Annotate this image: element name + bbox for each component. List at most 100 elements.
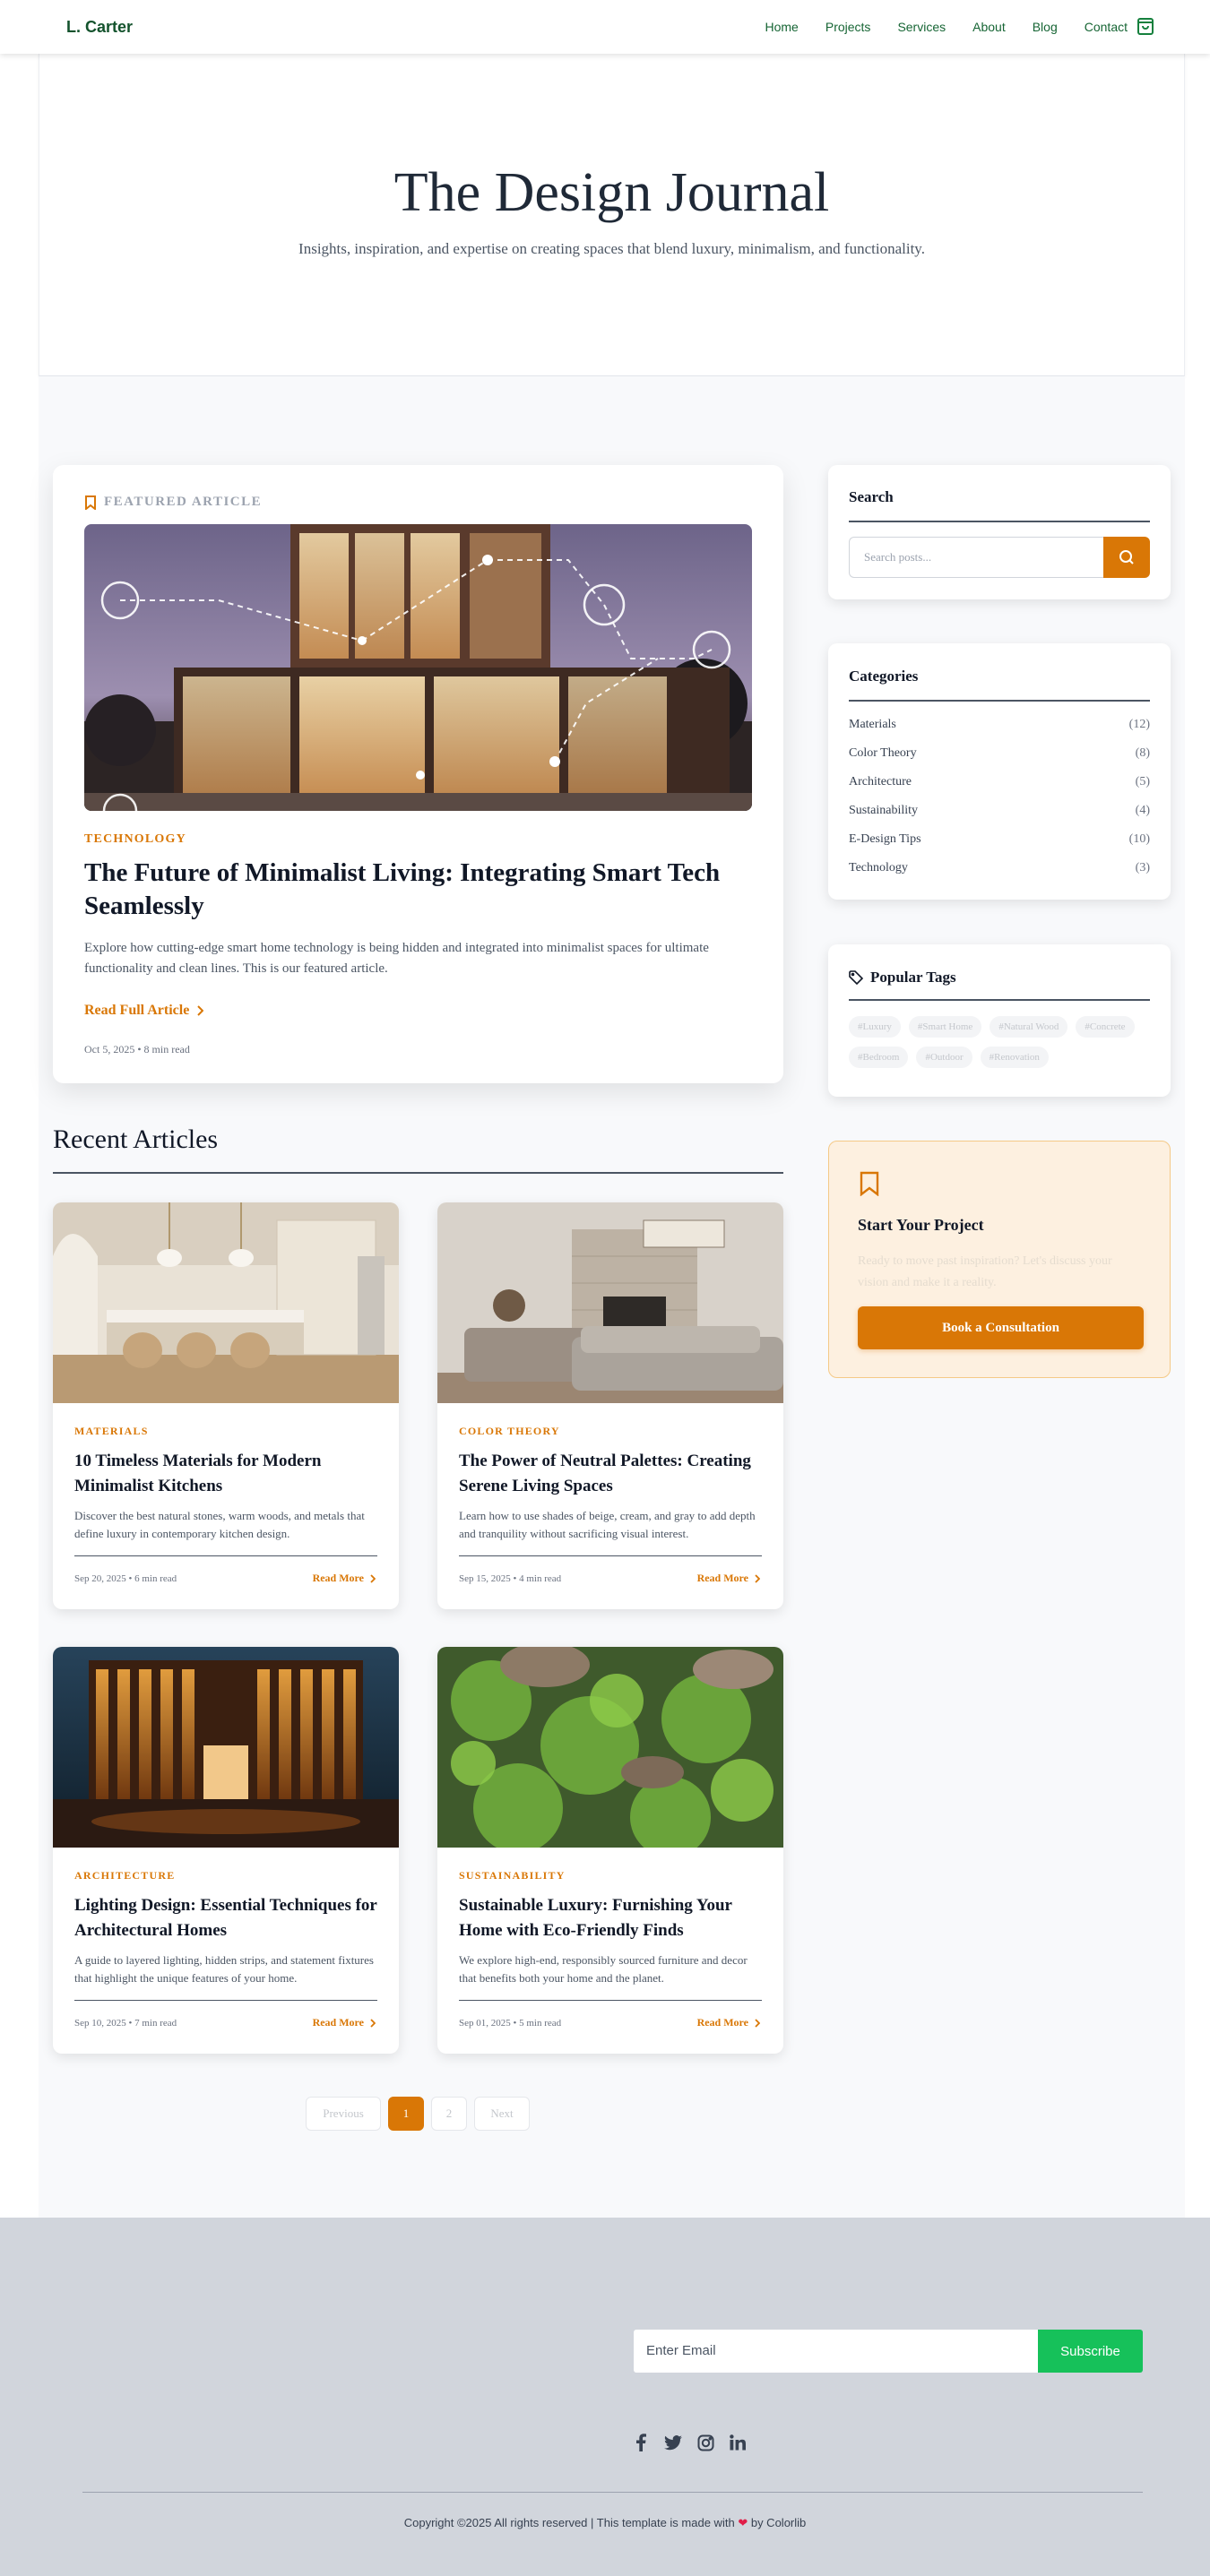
category-item[interactable]: E-Design Tips (10) [849,832,1150,861]
chevron-right-icon [755,2018,760,2028]
divider [74,2000,377,2001]
category-count: (12) [1128,718,1150,731]
search-input[interactable]: Search posts... [849,537,1103,578]
page-subtitle: Insights, inspiration, and expertise on … [298,240,925,257]
article-title[interactable]: 10 Timeless Materials for Modern Minimal… [74,1449,379,1499]
category-name: Materials [849,718,896,731]
page-title: The Design Journal [393,162,830,223]
divider [53,1172,783,1174]
featured-category[interactable]: TECHNOLOGY [84,832,186,847]
article-excerpt: Discover the best natural stones, warm w… [74,1509,365,1540]
pagination-page-1[interactable]: 1 [388,2097,424,2131]
article-title[interactable]: Sustainable Luxury: Furnishing Your Home… [459,1893,764,1943]
article-excerpt: Learn how to use shades of beige, cream,… [459,1509,756,1540]
article-category[interactable]: COLOR THEORY [459,1425,560,1438]
shopping-bag-icon[interactable] [1135,15,1156,37]
read-more-link[interactable]: Read More [313,2016,376,2029]
divider [849,521,1150,522]
hero-section: The Design Journal Insights, inspiration… [39,54,1185,376]
article-card[interactable]: COLOR THEORY The Power of Neutral Palett… [437,1202,783,1609]
nav-link-contact[interactable]: Contact [1085,20,1128,34]
read-more-link[interactable]: Read More [697,2016,760,2029]
category-item[interactable]: Sustainability (4) [849,804,1150,832]
brand-logo[interactable]: L. Carter [66,18,133,37]
category-item[interactable]: Color Theory (8) [849,746,1150,775]
categories-widget-title: Categories [849,668,919,685]
divider [459,1555,762,1556]
search-widget: Search Search posts... [828,465,1171,599]
instagram-icon[interactable] [696,2433,715,2452]
article-category[interactable]: SUSTAINABILITY [459,1869,566,1882]
email-input[interactable]: Enter Email [634,2330,1038,2373]
article-excerpt: A guide to layered lighting, hidden stri… [74,1953,374,1985]
category-name: Color Theory [849,746,917,760]
tag-item[interactable]: #Concrete [1076,1016,1135,1038]
facebook-icon[interactable] [631,2433,651,2452]
tag-item[interactable]: #Outdoor [916,1047,972,1068]
copyright-text: Copyright ©2025 All rights reserved | Th… [0,2516,1210,2530]
tag-list: #Luxury #Smart Home #Natural Wood #Concr… [849,1016,1154,1068]
featured-title[interactable]: The Future of Minimalist Living: Integra… [84,857,765,923]
nav-link-services[interactable]: Services [897,20,946,34]
top-navbar: L. Carter Home Projects Services About B… [0,0,1210,54]
article-category[interactable]: ARCHITECTURE [74,1869,175,1882]
tags-title-text: Popular Tags [870,969,956,986]
featured-excerpt: Explore how cutting-edge smart home tech… [84,941,709,976]
nav-link-home[interactable]: Home [765,20,799,34]
tag-icon [849,970,863,985]
pagination-next[interactable]: Next [474,2097,530,2131]
tags-widget-title: Popular Tags [849,969,956,986]
article-image-kitchen[interactable] [53,1202,399,1403]
article-title[interactable]: The Power of Neutral Palettes: Creating … [459,1449,764,1499]
article-image-living-room[interactable] [437,1202,783,1403]
search-widget-title: Search [849,488,894,505]
article-image-sustainability[interactable] [437,1647,783,1857]
search-icon [1119,550,1134,564]
article-card[interactable]: SUSTAINABILITY Sustainable Luxury: Furni… [437,1647,783,2054]
nav-link-blog[interactable]: Blog [1033,20,1058,34]
tag-item[interactable]: #Smart Home [908,1016,982,1038]
chevron-right-icon [370,2018,376,2028]
read-full-article-link[interactable]: Read Full Article [84,1003,204,1019]
subscribe-button[interactable]: Subscribe [1038,2330,1143,2373]
nav-link-projects[interactable]: Projects [825,20,871,34]
tag-item[interactable]: #Luxury [849,1016,901,1038]
nav-link-about[interactable]: About [972,20,1006,34]
category-item[interactable]: Architecture (5) [849,775,1150,804]
pagination-previous[interactable]: Previous [306,2097,381,2131]
divider [849,700,1150,702]
tag-item[interactable]: #Renovation [980,1047,1049,1068]
category-item[interactable]: Technology (3) [849,861,1150,890]
start-project-widget: Start Your Project Ready to move past in… [828,1141,1171,1378]
twitter-icon[interactable] [663,2433,683,2452]
category-item[interactable]: Materials (12) [849,718,1150,746]
search-button[interactable] [1103,537,1150,578]
featured-image[interactable] [84,524,752,811]
read-more-label: Read More [696,1572,748,1584]
article-card[interactable]: ARCHITECTURE Lighting Design: Essential … [53,1647,399,2054]
chevron-right-icon [755,1573,760,1583]
read-more-link[interactable]: Read More [313,1572,376,1585]
read-more-link[interactable]: Read More [697,1572,760,1585]
read-full-article-label: Read Full Article [84,1003,190,1018]
article-category[interactable]: MATERIALS [74,1425,149,1438]
featured-meta: Oct 5, 2025 • 8 min read [84,1043,190,1055]
categories-widget: Categories Materials (12) Color Theory (8)… [828,643,1171,900]
colorlib-link[interactable]: by Colorlib [751,2516,806,2529]
article-title[interactable]: Lighting Design: Essential Techniques fo… [74,1893,379,1943]
read-more-label: Read More [312,2016,364,2029]
category-name: Architecture [849,775,912,788]
divider [74,1555,377,1556]
bookmark-icon [860,1171,879,1196]
bookmark-icon [85,495,96,510]
article-image-architecture[interactable] [53,1647,399,1848]
article-card[interactable]: MATERIALS 10 Timeless Materials for Mode… [53,1202,399,1609]
pagination-page-2[interactable]: 2 [431,2097,467,2131]
category-count: (8) [1135,746,1150,760]
linkedin-icon[interactable] [728,2433,748,2452]
tag-item[interactable]: #Natural Wood [990,1016,1068,1038]
tag-item[interactable]: #Bedroom [849,1047,909,1068]
article-meta: Sep 01, 2025 • 5 min read [459,2018,562,2029]
book-consultation-button[interactable]: Book a Consultation [858,1306,1144,1349]
category-name: E-Design Tips [849,832,921,846]
